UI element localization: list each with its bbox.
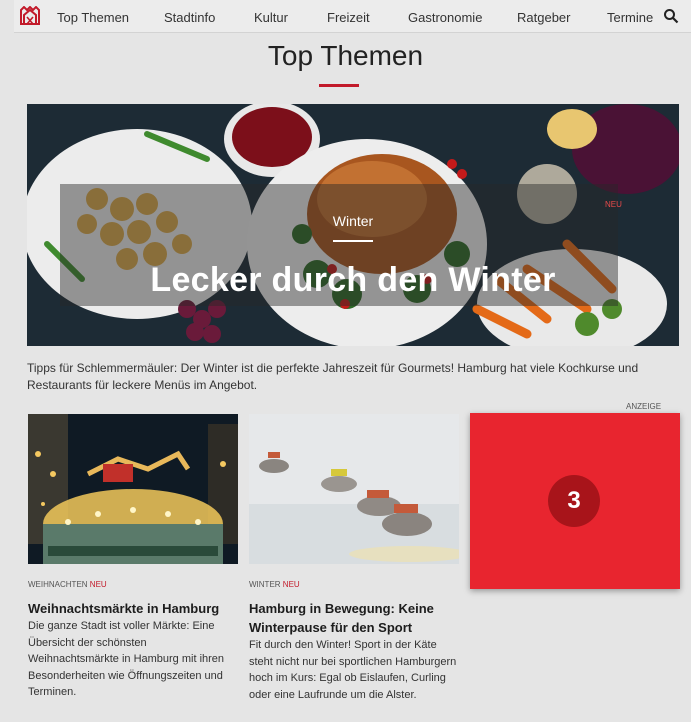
top-navigation: Top Themen Stadtinfo Kultur Freizeit Gas… bbox=[14, 0, 691, 33]
nav-item-stadtinfo[interactable]: Stadtinfo bbox=[164, 10, 215, 25]
ad-number-badge: 3 bbox=[548, 475, 600, 527]
nav-item-termine[interactable]: Termine bbox=[607, 10, 653, 25]
hero-title[interactable]: Lecker durch den Winter bbox=[27, 261, 679, 300]
search-icon[interactable] bbox=[663, 8, 679, 24]
teaser-card-wintersport[interactable]: WINTER NEU Hamburg in Bewegung: Keine Wi… bbox=[249, 414, 459, 703]
new-badge: NEU bbox=[89, 580, 107, 589]
card-kicker: WEIHNACHTEN NEU bbox=[28, 580, 107, 589]
nav-item-gastronomie[interactable]: Gastronomie bbox=[408, 10, 482, 25]
title-underline bbox=[319, 84, 359, 87]
nav-item-ratgeber[interactable]: Ratgeber bbox=[517, 10, 570, 25]
hero-teaser[interactable]: Winter NEU Lecker durch den Winter bbox=[27, 104, 679, 346]
card-kicker: WINTER NEU bbox=[249, 580, 300, 589]
nav-item-top-themen[interactable]: Top Themen bbox=[57, 10, 129, 25]
page-title: Top Themen bbox=[267, 40, 424, 71]
curling-stones-image[interactable] bbox=[249, 414, 459, 564]
ad-label: ANZEIGE bbox=[626, 402, 662, 411]
hero-new-badge: NEU bbox=[605, 200, 622, 209]
card-title[interactable]: Hamburg in Bewegung: Keine Winterpause f… bbox=[249, 599, 459, 637]
card-title[interactable]: Weihnachtsmärkte in Hamburg bbox=[28, 599, 238, 618]
card-description: Fit durch den Winter! Sport in der Käte … bbox=[249, 639, 457, 701]
advertisement[interactable]: 3 bbox=[470, 413, 680, 589]
card-description: Die ganze Stadt ist voller Märkte: Eine … bbox=[28, 620, 225, 698]
hero-description: Tipps für Schlemmermäuler: Der Winter is… bbox=[27, 361, 639, 392]
nav-item-kultur[interactable]: Kultur bbox=[254, 10, 288, 25]
christmas-market-image[interactable] bbox=[28, 414, 238, 564]
new-badge: NEU bbox=[282, 580, 300, 589]
hamburg-logo-icon[interactable] bbox=[14, 0, 46, 33]
teaser-card-weihnachtsmaerkte[interactable]: WEIHNACHTEN NEU Weihnachtsmärkte in Hamb… bbox=[28, 414, 238, 701]
hero-kicker-underline bbox=[333, 240, 373, 242]
hero-kicker: Winter bbox=[332, 213, 374, 229]
nav-item-freizeit[interactable]: Freizeit bbox=[327, 10, 370, 25]
